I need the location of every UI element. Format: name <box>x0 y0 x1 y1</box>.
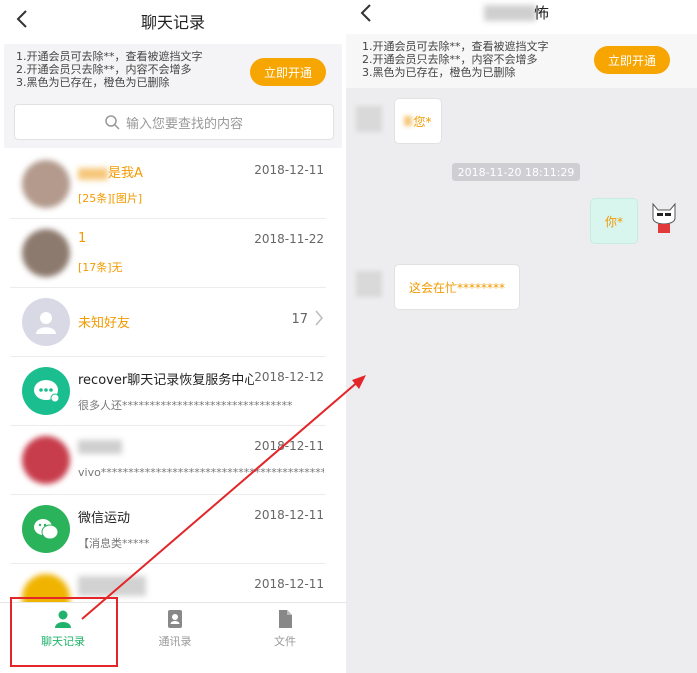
chat-date: 2018-12-11 <box>254 163 324 177</box>
blurred-name <box>78 576 146 596</box>
chat-name: 微信运动 <box>78 511 131 526</box>
chat-date: 2018-12-11 <box>254 508 324 522</box>
chat-date: 2018-12-11 <box>254 439 324 453</box>
chat-date: 2018-12-11 <box>254 577 324 591</box>
top-bar: 怖 <box>346 0 697 34</box>
file-icon <box>279 610 292 628</box>
chat-row-unknown-friend[interactable]: 未知好友 17 <box>10 288 326 357</box>
unknown-user-icon <box>22 298 70 346</box>
open-vip-button[interactable]: 立即开通 <box>594 46 670 74</box>
promo-content: 1.开通会员可去除**，查看被遮挡文字 2.开通会员只去除**，内容不会增多 3… <box>346 34 697 88</box>
page-title: 聊天记录 <box>140 13 205 32</box>
promo-text: 1.开通会员可去除**，查看被遮挡文字 2.开通会员只去除**，内容不会增多 3… <box>16 50 203 89</box>
chat-preview: 很多人还******************************* <box>78 399 293 412</box>
chat-row[interactable]: 是我A [25条][图片] 2018-12-11 <box>10 150 326 219</box>
back-icon[interactable] <box>16 9 28 29</box>
chat-name: 1 <box>78 231 87 246</box>
blurred-contact-name <box>484 5 536 21</box>
message-bubble-sent[interactable]: 你* <box>590 198 638 244</box>
search-placeholder: 输入您要查找的内容 <box>125 116 243 132</box>
chat-name: 是我A <box>78 162 143 181</box>
vip-promo-banner: 1.开通会员可去除**，查看被遮挡文字 2.开通会员只去除**，内容不会增多 3… <box>4 44 342 96</box>
tab-contacts[interactable]: 通讯录 <box>130 607 220 653</box>
top-bar: 聊天记录 <box>0 0 346 42</box>
chat-date: 2018-11-22 <box>254 232 324 246</box>
back-icon[interactable] <box>360 3 372 23</box>
contact-avatar <box>356 106 382 132</box>
chat-row[interactable]: recover聊天记录恢复服务中心 2018-12-12 很多人还*******… <box>10 357 326 426</box>
search-area: 输入您要查找的内容 <box>4 96 342 148</box>
avatar <box>22 229 70 277</box>
tab-files[interactable]: 文件 <box>240 607 330 653</box>
screenshot-root: 聊天记录 1.开通会员可去除**，查看被遮挡文字 2.开通会员只去除**，内容不… <box>0 0 697 673</box>
contacts-icon <box>168 610 182 628</box>
message-bubble-received[interactable]: 您* <box>394 98 442 144</box>
chat-list-screen: 聊天记录 1.开通会员可去除**，查看被遮挡文字 2.开通会员只去除**，内容不… <box>0 0 346 673</box>
open-vip-button[interactable]: 立即开通 <box>250 58 326 86</box>
page-title: 怖 <box>534 4 550 22</box>
promo-text: 1.开通会员可去除**，查看被遮挡文字 2.开通会员只去除**，内容不会增多 3… <box>362 40 549 79</box>
search-input[interactable]: 输入您要查找的内容 <box>14 104 334 140</box>
wechat-sports-icon <box>22 505 70 553</box>
message-bubble-received[interactable]: 这会在忙******** <box>394 264 520 310</box>
chat-count: 17 <box>291 312 308 327</box>
chat-preview: 【消息类***** <box>78 537 150 550</box>
blurred-text <box>404 116 413 126</box>
chat-preview: [17条]无 <box>78 261 123 274</box>
chat-date: 2018-12-12 <box>254 370 324 384</box>
vip-promo-banner: 1.开通会员可去除**，查看被遮挡文字 2.开通会员只去除**，内容不会增多 3… <box>346 34 697 88</box>
chat-preview: vivo************************************… <box>78 466 324 479</box>
chat-row[interactable]: 1 [17条]无 2018-11-22 <box>10 219 326 288</box>
message-timestamp: 2018-11-20 18:11:29 <box>452 163 580 181</box>
chat-detail-screen: 怖 1.开通会员可去除**，查看被遮挡文字 2.开通会员只去除**，内容不会增多… <box>346 0 697 673</box>
chevron-right-icon <box>314 309 324 331</box>
blurred-name <box>78 167 108 180</box>
tab-label: 通讯录 <box>158 635 192 648</box>
tab-label: 文件 <box>274 635 296 648</box>
chat-preview: [25条][图片] <box>78 192 143 205</box>
chat-row[interactable]: 2018-12-11 vivo*************************… <box>10 426 326 495</box>
contact-avatar <box>356 271 382 297</box>
search-icon <box>105 114 120 130</box>
blurred-name <box>78 440 122 454</box>
highlight-box <box>10 597 118 667</box>
my-avatar <box>648 200 680 234</box>
avatar <box>22 436 70 484</box>
chat-row[interactable]: 微信运动 2018-12-11 【消息类***** <box>10 495 326 564</box>
chat-bubble-icon <box>22 367 70 415</box>
chat-name: recover聊天记录恢复服务中心 <box>78 373 258 388</box>
chat-name: 未知好友 <box>78 316 131 331</box>
avatar <box>22 160 70 208</box>
